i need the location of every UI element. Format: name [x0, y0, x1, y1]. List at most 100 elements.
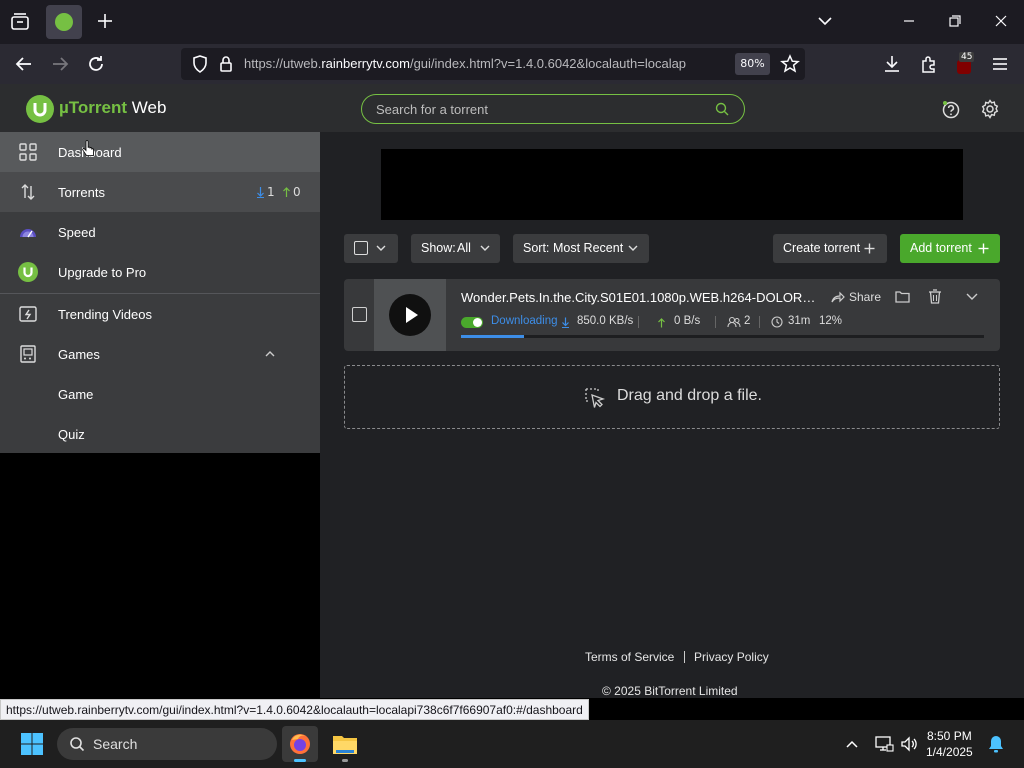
extension-badge: 45 [959, 52, 975, 62]
add-torrent-button[interactable]: Add torrent [900, 234, 1000, 263]
forward-arrow-icon[interactable] [48, 52, 72, 76]
close-window-icon[interactable] [990, 10, 1012, 32]
sidebar-item-quiz[interactable]: Quiz [0, 414, 320, 454]
clock-icon [771, 316, 783, 328]
torrent-search-input[interactable] [376, 100, 706, 118]
sidebar-item-label: Trending Videos [58, 307, 152, 322]
torrents-upload-count: 0 [293, 185, 301, 199]
list-tabs-chevron-icon[interactable] [814, 10, 836, 32]
restore-icon[interactable] [944, 10, 966, 32]
chevron-down-icon [480, 245, 490, 251]
bookmark-star-icon[interactable] [778, 52, 802, 76]
volume-icon[interactable] [899, 734, 919, 754]
peer-count: 2 [744, 315, 751, 327]
chevron-down-icon[interactable] [966, 292, 978, 301]
extensions-puzzle-icon[interactable] [917, 52, 941, 76]
chevron-down-icon [376, 245, 386, 251]
torrent-search-box[interactable] [361, 94, 745, 124]
minimize-icon[interactable] [898, 10, 920, 32]
file-explorer-taskbar-app[interactable] [327, 726, 363, 762]
new-tab-icon[interactable] [94, 10, 116, 32]
browser-nav-bar: https://utweb.rainberrytv.com/gui/index.… [0, 44, 1024, 84]
help-icon[interactable] [940, 98, 962, 120]
clock-time: 8:50 PM [927, 729, 972, 743]
sidebar-item-label: Quiz [58, 427, 85, 442]
chevron-up-icon[interactable] [264, 349, 276, 359]
torrent-thumbnail[interactable] [374, 279, 446, 351]
tracking-shield-icon[interactable] [188, 52, 212, 76]
drop-zone[interactable]: Drag and drop a file. [344, 365, 1000, 429]
privacy-link[interactable]: Privacy Policy [694, 650, 769, 664]
notification-bell-icon[interactable] [987, 734, 1005, 754]
menu-hamburger-icon[interactable] [988, 52, 1012, 76]
share-button[interactable]: Share [849, 290, 881, 304]
peers-icon [727, 316, 741, 328]
terms-link[interactable]: Terms of Service [585, 650, 674, 664]
app-header: µTorrent Web [0, 84, 1024, 132]
network-icon[interactable] [874, 734, 894, 754]
zoom-level-button[interactable]: 80% [735, 53, 770, 75]
taskbar-search[interactable]: Search [57, 728, 277, 760]
sidebar-item-trending-videos[interactable]: Trending Videos [0, 294, 320, 334]
arcade-games-icon [20, 345, 36, 363]
sort-dropdown[interactable]: Sort: Most Recent [513, 234, 649, 263]
taskbar-clock[interactable]: 8:50 PM 1/4/2025 [926, 728, 973, 760]
sidebar-item-label: Speed [58, 225, 96, 240]
tray-chevron-up-icon[interactable] [844, 736, 860, 752]
url-text[interactable]: https://utweb.rainberrytv.com/gui/index.… [244, 56, 724, 71]
ublock-shield-icon [957, 60, 971, 74]
sidebar-item-upgrade[interactable]: Upgrade to Pro [0, 252, 320, 292]
sidebar-item-torrents[interactable]: Torrents 1 0 [0, 172, 320, 212]
browser-tab[interactable] [46, 5, 82, 39]
ublock-extension-icon[interactable]: 45 [953, 52, 977, 76]
chevron-down-icon [628, 245, 638, 251]
share-arrow-icon [831, 291, 845, 303]
create-torrent-button[interactable]: Create torrent [773, 234, 887, 263]
utorrent-pro-icon [18, 262, 38, 282]
progress-bar [461, 335, 984, 338]
select-all-checkbox[interactable] [354, 241, 368, 255]
sidebar-item-dashboard[interactable]: Dashboard [0, 132, 320, 172]
show-label: Show: [421, 241, 456, 255]
up-down-arrows-icon [21, 184, 35, 200]
torrent-card[interactable]: Wonder.Pets.In.the.City.S01E01.1080p.WEB… [344, 279, 1000, 351]
upload-arrow-icon [283, 187, 290, 197]
torrent-status: Downloading [491, 315, 558, 327]
select-all-dropdown[interactable] [344, 234, 398, 263]
copyright-text: © 2025 BitTorrent Limited [602, 684, 738, 698]
app-logo-text[interactable]: µTorrent Web [59, 98, 166, 118]
folder-icon[interactable] [895, 290, 910, 303]
trash-icon[interactable] [928, 289, 942, 304]
sort-value: Most Recent [553, 241, 624, 255]
search-icon[interactable] [714, 101, 730, 117]
upload-arrow-icon [658, 318, 665, 328]
download-toggle[interactable] [461, 317, 483, 328]
utorrent-logo-icon[interactable] [26, 95, 54, 123]
status-url-tooltip: https://utweb.rainberrytv.com/gui/index.… [0, 699, 589, 720]
download-speed: 850.0 KB/s [577, 315, 634, 327]
back-arrow-icon[interactable] [12, 52, 36, 76]
firefox-taskbar-app[interactable] [282, 726, 318, 762]
sidebar-item-game[interactable]: Game [0, 374, 320, 414]
url-bar[interactable]: https://utweb.rainberrytv.com/gui/index.… [181, 48, 805, 80]
sidebar-item-games[interactable]: Games [0, 334, 320, 374]
sidebar-item-label: Game [58, 387, 94, 402]
video-lightning-icon [19, 306, 37, 322]
footer-links: Terms of Service Privacy Policy [585, 650, 769, 664]
torrent-name[interactable]: Wonder.Pets.In.the.City.S01E01.1080p.WEB… [461, 290, 821, 305]
play-button[interactable] [389, 294, 431, 336]
lock-icon[interactable] [214, 52, 238, 76]
sidebar-item-speed[interactable]: Speed [0, 212, 320, 252]
ad-banner[interactable] [381, 149, 963, 220]
reload-icon[interactable] [84, 52, 108, 76]
taskbar: Search 8:50 PM 1/4/2025 [0, 720, 1024, 768]
tab-overview-icon[interactable] [8, 10, 32, 34]
gear-icon[interactable] [979, 98, 1001, 120]
windows-start-icon[interactable] [20, 732, 44, 756]
sidebar-item-label: Games [58, 347, 100, 362]
show-filter-dropdown[interactable]: Show: All [411, 234, 500, 263]
torrent-checkbox[interactable] [352, 307, 367, 322]
stat-divider [759, 316, 760, 328]
downloads-icon[interactable] [880, 52, 904, 76]
open-app-indicator [342, 759, 348, 762]
